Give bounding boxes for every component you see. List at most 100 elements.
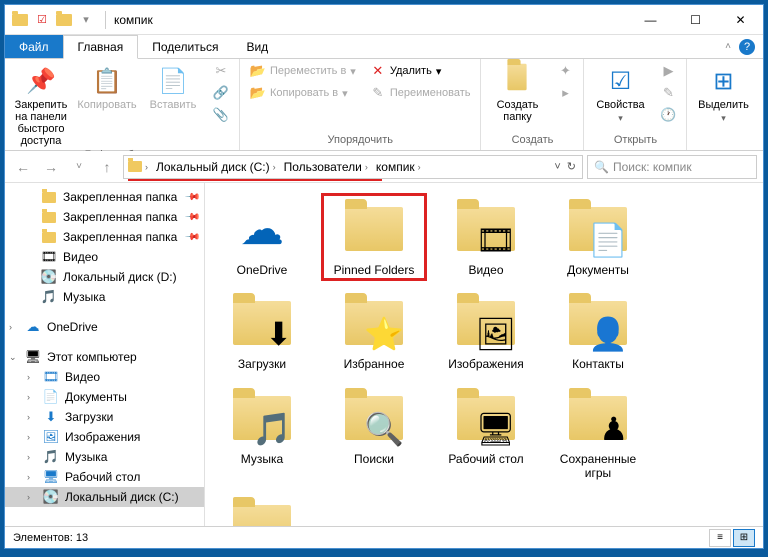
easy-access-icon: ▸	[557, 85, 573, 101]
sidebar-onedrive[interactable]: ›☁OneDrive	[5, 317, 204, 337]
overlay-icon: 🎞	[475, 221, 516, 259]
sidebar-item[interactable]: Закрепленная папка📌	[5, 227, 204, 247]
sidebar-item[interactable]: ›🖼Изображения	[5, 427, 204, 447]
select-button[interactable]: ⊞ Выделить ▾	[693, 61, 753, 124]
qat-check-icon[interactable]: ☑	[33, 11, 51, 29]
history-button[interactable]: 🕐	[656, 105, 680, 125]
paste-button[interactable]: 📄 Вставить	[143, 61, 203, 111]
folder-tile[interactable]: 🎞 Видео	[433, 193, 539, 281]
sidebar-item[interactable]: ›🎞Видео	[5, 367, 204, 387]
pin-to-quick-access-button[interactable]: 📌 Закрепить на панели быстрого доступа	[11, 61, 71, 147]
new-folder-button[interactable]: Создать папку	[487, 61, 547, 123]
copy-path-button[interactable]: 🔗	[209, 83, 233, 103]
sidebar-item[interactable]: ›💽Локальный диск (C:)	[5, 487, 204, 507]
rename-button[interactable]: ✎Переименовать	[366, 83, 475, 103]
item-icon: 🖼	[43, 429, 59, 445]
copyto-icon: 📂	[250, 85, 266, 101]
title-bar: ☑ ▾ компик — ☐ ✕	[5, 5, 763, 35]
collapse-ribbon-icon[interactable]: ˄	[725, 41, 731, 52]
minimize-button[interactable]: —	[628, 6, 673, 34]
folder-tile[interactable]: ♟ Сохраненные игры	[545, 382, 651, 485]
folder-icon: 💽	[41, 269, 57, 285]
content-pane[interactable]: ☁ OneDrive Pinned Folders 🎞 Видео 📄 Доку…	[205, 183, 763, 526]
folder-tile[interactable]: 🖥 Рабочий стол	[433, 382, 539, 485]
tab-view[interactable]: Вид	[232, 35, 282, 58]
sidebar-item[interactable]: 🎵Музыка	[5, 287, 204, 307]
breadcrumb: компик›	[372, 160, 425, 174]
maximize-button[interactable]: ☐	[673, 6, 718, 34]
view-details-button[interactable]: ≡	[709, 529, 731, 547]
nav-forward-button[interactable]: →	[39, 155, 63, 179]
refresh-icon[interactable]: ↻	[567, 160, 576, 173]
folder-tile[interactable]: 🔍 Поиски	[321, 382, 427, 485]
nav-recent-button[interactable]: ˅	[67, 155, 91, 179]
sidebar-item[interactable]: ›🎵Музыка	[5, 447, 204, 467]
cut-icon: ✂	[213, 63, 229, 79]
folder-icon	[41, 209, 57, 225]
overlay-icon: 👤	[588, 315, 628, 353]
tile-label: OneDrive	[237, 263, 288, 277]
delete-icon: ✕	[370, 63, 386, 79]
address-bar[interactable]: › Локальный диск (C:)› Пользователи› ком…	[123, 155, 583, 179]
sidebar-item[interactable]: Закрепленная папка📌	[5, 207, 204, 227]
move-to-button[interactable]: 📂Переместить в ▾	[246, 61, 360, 81]
nav-back-button[interactable]: ←	[11, 155, 35, 179]
explorer-window: ☑ ▾ компик — ☐ ✕ Файл Главная Поделиться…	[4, 4, 764, 549]
new-item-button[interactable]: ✦	[553, 61, 577, 81]
tab-share[interactable]: Поделиться	[138, 35, 232, 58]
search-placeholder: Поиск: компик	[613, 160, 692, 174]
help-icon[interactable]: ?	[739, 39, 755, 55]
view-icons-button[interactable]: ⊞	[733, 529, 755, 547]
properties-icon: ☑	[604, 65, 636, 97]
history-icon: 🕐	[660, 107, 676, 123]
sidebar-this-pc[interactable]: ⌄🖥Этот компьютер	[5, 347, 204, 367]
folder-tile[interactable]: 📄 Документы	[545, 193, 651, 281]
open-button[interactable]: ▶	[656, 61, 680, 81]
properties-button[interactable]: ☑ Свойства ▾	[590, 61, 650, 124]
tile-label: Видео	[468, 263, 503, 277]
annotation-underline	[128, 179, 382, 181]
breadcrumb: Локальный диск (C:)›	[152, 160, 280, 174]
folder-tile[interactable]: 🎵 Музыка	[209, 382, 315, 485]
folder-tile[interactable]: 🖼 Изображения	[433, 287, 539, 375]
folder-icon	[345, 207, 403, 251]
sidebar-item[interactable]: ›⬇Загрузки	[5, 407, 204, 427]
sidebar-item[interactable]: Закрепленная папка📌	[5, 187, 204, 207]
copy-button[interactable]: 📋 Копировать	[77, 61, 137, 111]
group-new-label: Создать	[487, 132, 577, 148]
folder-tile[interactable]: Pinned Folders	[321, 193, 427, 281]
folder-icon: 🎵	[41, 289, 57, 305]
nav-up-button[interactable]: ↑	[95, 155, 119, 179]
folder-tile[interactable]: 👤 Контакты	[545, 287, 651, 375]
copy-to-button[interactable]: 📂Копировать в ▾	[246, 83, 360, 103]
folder-tile[interactable]: ☁ OneDrive	[209, 193, 315, 281]
folder-tile[interactable]: ⬇ Загрузки	[209, 287, 315, 375]
tab-home[interactable]: Главная	[63, 35, 139, 59]
qat-dropdown-icon[interactable]: ▾	[77, 11, 95, 29]
address-dropdown-icon[interactable]: ˅	[554, 161, 560, 173]
item-icon: 💽	[43, 489, 59, 505]
easy-access-button[interactable]: ▸	[553, 83, 577, 103]
moveto-icon: 📂	[250, 63, 266, 79]
delete-button[interactable]: ✕Удалить ▾	[366, 61, 475, 81]
sidebar-item[interactable]: ›🖥Рабочий стол	[5, 467, 204, 487]
item-icon: 🖥	[43, 469, 59, 485]
pc-icon: 🖥	[25, 349, 41, 365]
folder-tile[interactable]: ⭐ Избранное	[321, 287, 427, 375]
folder-tile[interactable]: ↗ Ссылки	[209, 491, 315, 526]
close-button[interactable]: ✕	[718, 6, 763, 34]
sidebar-item[interactable]: ›📄Документы	[5, 387, 204, 407]
tab-file[interactable]: Файл	[5, 35, 63, 58]
ribbon-tabs: Файл Главная Поделиться Вид ˄ ?	[5, 35, 763, 59]
overlay-icon: 📄	[588, 221, 628, 259]
sidebar-item[interactable]: 💽Локальный диск (D:)	[5, 267, 204, 287]
tile-label: Музыка	[241, 452, 283, 466]
cut-button[interactable]: ✂	[209, 61, 233, 81]
copy-icon: 📋	[91, 65, 123, 97]
paste-shortcut-button[interactable]: 📎	[209, 105, 233, 125]
search-input[interactable]: 🔍 Поиск: компик	[587, 155, 757, 179]
edit-button[interactable]: ✎	[656, 83, 680, 103]
folder-icon	[128, 161, 142, 172]
sidebar-item[interactable]: 🎞Видео	[5, 247, 204, 267]
qat-folder-icon[interactable]	[55, 11, 73, 29]
